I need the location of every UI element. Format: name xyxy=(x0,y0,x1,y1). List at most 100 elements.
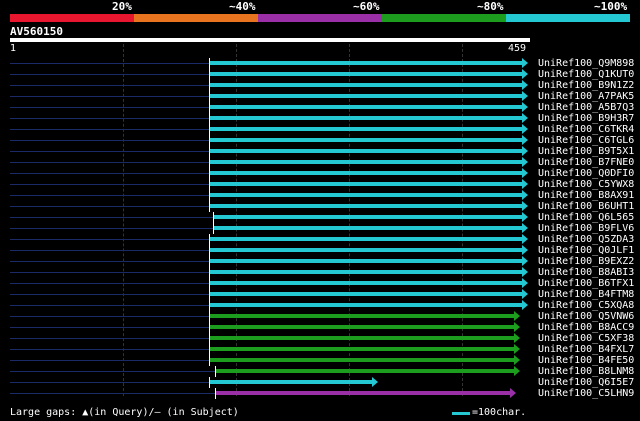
alignment-bar[interactable] xyxy=(210,314,515,318)
unaligned-region xyxy=(10,140,209,141)
hit-row[interactable]: UniRef100_B8ACC9 xyxy=(0,322,640,333)
hit-row[interactable]: UniRef100_Q0DFI0 xyxy=(0,168,640,179)
hit-row[interactable]: UniRef100_B9FLV6 xyxy=(0,223,640,234)
hit-row[interactable]: UniRef100_Q0JLF1 xyxy=(0,245,640,256)
alignment-bar[interactable] xyxy=(210,61,522,65)
hit-link[interactable]: UniRef100_Q9M898 xyxy=(538,58,634,69)
alignment-bar[interactable] xyxy=(210,259,522,263)
hit-link[interactable]: UniRef100_C5XQA8 xyxy=(538,300,634,311)
hit-row[interactable]: UniRef100_C5XQA8 xyxy=(0,300,640,311)
hit-link[interactable]: UniRef100_B9T5X1 xyxy=(538,146,634,157)
hit-row[interactable]: UniRef100_B7FNE0 xyxy=(0,157,640,168)
hit-row[interactable]: UniRef100_A7PAK5 xyxy=(0,91,640,102)
alignment-bar[interactable] xyxy=(210,270,522,274)
alignment-bar[interactable] xyxy=(210,281,522,285)
hit-row[interactable]: UniRef100_B9EXZ2 xyxy=(0,256,640,267)
hit-link[interactable]: UniRef100_B9EXZ2 xyxy=(538,256,634,267)
alignment-bar[interactable] xyxy=(210,193,522,197)
hit-link[interactable]: UniRef100_B4FTM8 xyxy=(538,289,634,300)
hit-link[interactable]: UniRef100_Q6L565 xyxy=(538,212,634,223)
unaligned-region xyxy=(10,63,209,64)
hit-row[interactable]: UniRef100_B4FTM8 xyxy=(0,289,640,300)
alignment-bar[interactable] xyxy=(210,325,515,329)
hit-link[interactable]: UniRef100_B6UHT1 xyxy=(538,201,634,212)
hit-row[interactable]: UniRef100_B8ABI3 xyxy=(0,267,640,278)
hit-row[interactable]: UniRef100_B6TFX1 xyxy=(0,278,640,289)
scale-bar xyxy=(452,412,470,415)
alignment-bar[interactable] xyxy=(210,248,522,252)
hit-row[interactable]: UniRef100_B9T5X1 xyxy=(0,146,640,157)
hit-link[interactable]: UniRef100_Q0DFI0 xyxy=(538,168,634,179)
alignment-bar[interactable] xyxy=(210,127,522,131)
alignment-bar[interactable] xyxy=(210,182,522,186)
alignment-bar[interactable] xyxy=(210,292,522,296)
hit-link[interactable]: UniRef100_B8LNM8 xyxy=(538,366,634,377)
alignment-bar[interactable] xyxy=(210,160,522,164)
hit-row[interactable]: UniRef100_B6UHT1 xyxy=(0,201,640,212)
alignment-bar[interactable] xyxy=(213,226,522,230)
hit-row[interactable]: UniRef100_A5B7Q3 xyxy=(0,102,640,113)
alignment-bar[interactable] xyxy=(210,138,522,142)
unaligned-region xyxy=(10,151,209,152)
hit-link[interactable]: UniRef100_A7PAK5 xyxy=(538,91,634,102)
hit-link[interactable]: UniRef100_B6TFX1 xyxy=(538,278,634,289)
hit-link[interactable]: UniRef100_B8AX91 xyxy=(538,190,634,201)
hit-row[interactable]: UniRef100_Q5VNW6 xyxy=(0,311,640,322)
hit-row[interactable]: UniRef100_Q6I5E7 xyxy=(0,377,640,388)
hit-row[interactable]: UniRef100_B4FE50 xyxy=(0,355,640,366)
hit-link[interactable]: UniRef100_Q5ZDA3 xyxy=(538,234,634,245)
hit-row[interactable]: UniRef100_C5YWX8 xyxy=(0,179,640,190)
alignment-bar[interactable] xyxy=(216,391,510,395)
alignment-bar[interactable] xyxy=(210,105,522,109)
hit-link[interactable]: UniRef100_Q0JLF1 xyxy=(538,245,634,256)
hit-link[interactable]: UniRef100_B8ABI3 xyxy=(538,267,634,278)
hit-link[interactable]: UniRef100_B9FLV6 xyxy=(538,223,634,234)
alignment-bar[interactable] xyxy=(210,72,522,76)
alignment-bar[interactable] xyxy=(210,116,522,120)
hit-row[interactable]: UniRef100_C5LHN9 xyxy=(0,388,640,399)
hit-link[interactable]: UniRef100_B9H3R7 xyxy=(538,113,634,124)
unaligned-region xyxy=(10,272,209,273)
hit-link[interactable]: UniRef100_Q6I5E7 xyxy=(538,377,634,388)
alignment-bar[interactable] xyxy=(210,303,522,307)
alignment-bar[interactable] xyxy=(210,204,522,208)
hit-row[interactable]: UniRef100_Q1KUT0 xyxy=(0,69,640,80)
hit-link[interactable]: UniRef100_B9N1Z2 xyxy=(538,80,634,91)
hit-link[interactable]: UniRef100_B4FE50 xyxy=(538,355,634,366)
hit-row[interactable]: UniRef100_B9H3R7 xyxy=(0,113,640,124)
hit-row[interactable]: UniRef100_B8AX91 xyxy=(0,190,640,201)
alignment-bar[interactable] xyxy=(210,347,515,351)
hit-row[interactable]: UniRef100_C6TKR4 xyxy=(0,124,640,135)
hit-row[interactable]: UniRef100_B8LNM8 xyxy=(0,366,640,377)
hit-link[interactable]: UniRef100_C5LHN9 xyxy=(538,388,634,399)
hit-link[interactable]: UniRef100_Q5VNW6 xyxy=(538,311,634,322)
hit-row[interactable]: UniRef100_B4FXL7 xyxy=(0,344,640,355)
alignment-bar[interactable] xyxy=(216,369,515,373)
hit-row[interactable]: UniRef100_Q6L565 xyxy=(0,212,640,223)
hit-link[interactable]: UniRef100_B8ACC9 xyxy=(538,322,634,333)
hit-row[interactable]: UniRef100_Q5ZDA3 xyxy=(0,234,640,245)
alignment-bar[interactable] xyxy=(210,171,522,175)
unaligned-region xyxy=(10,228,213,229)
alignment-bar[interactable] xyxy=(210,336,515,340)
hit-link[interactable]: UniRef100_C6TKR4 xyxy=(538,124,634,135)
hit-link[interactable]: UniRef100_C5XF38 xyxy=(538,333,634,344)
hit-row[interactable]: UniRef100_C6TGL6 xyxy=(0,135,640,146)
hit-link[interactable]: UniRef100_C6TGL6 xyxy=(538,135,634,146)
alignment-bar[interactable] xyxy=(210,149,522,153)
alignment-bar[interactable] xyxy=(210,94,522,98)
hit-link[interactable]: UniRef100_C5YWX8 xyxy=(538,179,634,190)
hit-link[interactable]: UniRef100_A5B7Q3 xyxy=(538,102,634,113)
hit-link[interactable]: UniRef100_B7FNE0 xyxy=(538,157,634,168)
hit-row[interactable]: UniRef100_B9N1Z2 xyxy=(0,80,640,91)
alignment-bar[interactable] xyxy=(210,83,522,87)
alignment-bar[interactable] xyxy=(210,380,373,384)
hit-link[interactable]: UniRef100_Q1KUT0 xyxy=(538,69,634,80)
alignment-end-arrow xyxy=(522,190,528,200)
alignment-bar[interactable] xyxy=(210,358,515,362)
hit-row[interactable]: UniRef100_Q9M898 xyxy=(0,58,640,69)
hit-link[interactable]: UniRef100_B4FXL7 xyxy=(538,344,634,355)
hit-row[interactable]: UniRef100_C5XF38 xyxy=(0,333,640,344)
alignment-bar[interactable] xyxy=(210,237,522,241)
alignment-bar[interactable] xyxy=(213,215,522,219)
